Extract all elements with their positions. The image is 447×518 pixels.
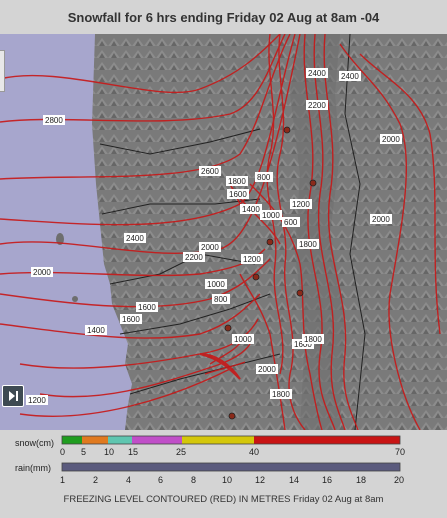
svg-text:1200: 1200	[243, 255, 261, 264]
contour-label-1200: 1200	[241, 254, 263, 264]
snow-tick: 70	[395, 447, 406, 457]
svg-text:2400: 2400	[308, 69, 326, 78]
snowfall-map[interactable]: 2800 2600 2400 2000 1600 1400 1200 2400 …	[0, 34, 447, 430]
contour-label-1200: 1200	[290, 199, 312, 209]
snow-tick: 25	[176, 447, 187, 457]
svg-text:2000: 2000	[382, 135, 400, 144]
snow-scale	[61, 435, 401, 445]
contour-label-2000: 2000	[380, 134, 402, 144]
contour-label-1000: 1000	[260, 210, 282, 220]
svg-text:2200: 2200	[185, 253, 203, 262]
contour-label-2400: 2400	[124, 233, 146, 243]
svg-text:2400: 2400	[126, 234, 144, 243]
svg-text:2600: 2600	[201, 167, 219, 176]
contour-label-1000: 1000	[232, 334, 254, 344]
rain-tick: 6	[158, 475, 164, 485]
svg-text:1800: 1800	[228, 177, 246, 186]
svg-text:1200: 1200	[292, 200, 310, 209]
contour-label-2400: 2400	[339, 71, 361, 81]
island	[72, 296, 78, 302]
svg-text:2800: 2800	[45, 116, 63, 125]
map-pan-handle[interactable]	[0, 50, 5, 92]
svg-text:1000: 1000	[262, 211, 280, 220]
rain-tick: 14	[289, 475, 300, 485]
contour-label-1800: 1800	[226, 176, 248, 186]
contour-label-2200: 2200	[183, 252, 205, 262]
contour-label-1800: 1800	[302, 334, 324, 344]
contour-label-1000: 1000	[205, 279, 227, 289]
rain-tick: 8	[191, 475, 197, 485]
contour-label-1600: 1600	[120, 314, 142, 324]
svg-text:1600: 1600	[229, 190, 247, 199]
svg-text:2400: 2400	[341, 72, 359, 81]
play-button[interactable]	[2, 385, 24, 407]
svg-text:1200: 1200	[28, 396, 46, 405]
snow-band-15-25	[132, 436, 182, 444]
svg-text:1400: 1400	[87, 326, 105, 335]
snow-tick: 10	[104, 447, 115, 457]
contour-label-1600: 1600	[136, 302, 158, 312]
rain-tick: 12	[255, 475, 266, 485]
rain-tick: 4	[126, 475, 132, 485]
contour-label-2400: 2400	[306, 68, 328, 78]
contour-label-1800: 1800	[297, 239, 319, 249]
snow-band-5-10	[82, 436, 108, 444]
contour-label-2000: 2000	[31, 267, 53, 277]
contour-label-2000: 2000	[199, 242, 221, 252]
contour-label-800: 800	[212, 294, 230, 304]
snow-band-0-5	[62, 436, 82, 444]
svg-text:1800: 1800	[299, 240, 317, 249]
contour-label-2000: 2000	[370, 214, 392, 224]
rain-tick: 16	[322, 475, 333, 485]
svg-text:2200: 2200	[308, 101, 326, 110]
contour-label-1400: 1400	[240, 204, 262, 214]
rain-tick: 10	[222, 475, 233, 485]
svg-text:1800: 1800	[272, 390, 290, 399]
contour-label-1600: 1600	[227, 189, 249, 199]
freezing-level-caption: FREEZING LEVEL CONTOURED (RED) IN METRES…	[63, 494, 384, 505]
snow-tick: 0	[60, 447, 66, 457]
snow-band-10-15	[108, 436, 132, 444]
svg-text:1000: 1000	[234, 335, 252, 344]
svg-text:1400: 1400	[242, 205, 260, 214]
contour-label-2200: 2200	[306, 100, 328, 110]
rain-tick: 2	[93, 475, 99, 485]
contour-label-800: 800	[255, 172, 273, 182]
svg-text:800: 800	[214, 295, 228, 304]
snow-tick: 15	[128, 447, 139, 457]
svg-text:2000: 2000	[372, 215, 390, 224]
svg-text:1600: 1600	[138, 303, 156, 312]
play-icon	[9, 391, 18, 401]
svg-text:1800: 1800	[304, 335, 322, 344]
svg-text:2000: 2000	[201, 243, 219, 252]
contour-label-600: 600	[282, 217, 300, 227]
svg-text:1000: 1000	[207, 280, 225, 289]
svg-text:2000: 2000	[33, 268, 51, 277]
contour-label-1400: 1400	[85, 325, 107, 335]
rain-tick: 1	[60, 475, 66, 485]
rain-tick: 20	[394, 475, 405, 485]
contour-label-2800: 2800	[43, 115, 65, 125]
svg-text:2000: 2000	[258, 365, 276, 374]
contour-label-2600: 2600	[199, 166, 221, 176]
rain-tick: 18	[356, 475, 367, 485]
svg-text:1600: 1600	[122, 315, 140, 324]
snow-band-25-40	[182, 436, 254, 444]
snow-tick: 5	[81, 447, 87, 457]
snow-tick: 40	[249, 447, 260, 457]
contour-label-1200: 1200	[26, 395, 48, 405]
contour-label-1800: 1800	[270, 389, 292, 399]
snow-band-40-70	[254, 436, 400, 444]
svg-text:600: 600	[284, 218, 298, 227]
rain-scale	[61, 462, 401, 472]
contour-label-2000: 2000	[256, 364, 278, 374]
svg-text:800: 800	[257, 173, 271, 182]
map-title: Snowfall for 6 hrs ending Friday 02 Aug …	[67, 10, 380, 25]
